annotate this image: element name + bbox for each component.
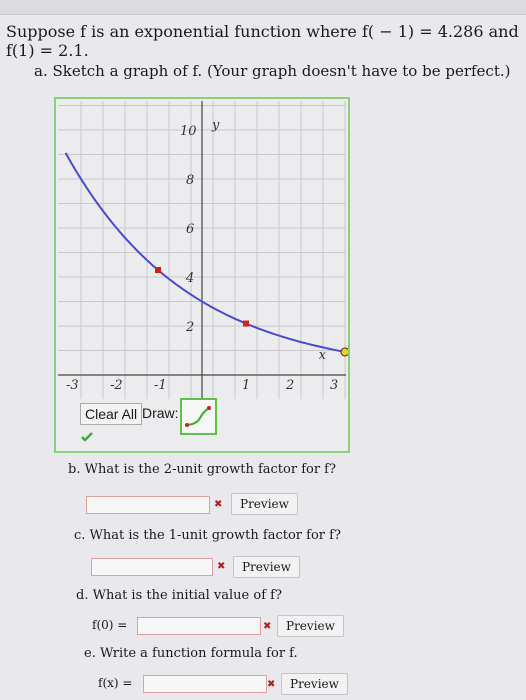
- points: [155, 266, 348, 357]
- part-d-input[interactable]: [137, 617, 261, 635]
- part-b-preview-button[interactable]: Preview: [231, 493, 298, 515]
- part-d-label: f(0) =: [92, 618, 128, 632]
- curve-end-handle: [340, 347, 348, 357]
- draw-tool-button[interactable]: [180, 398, 217, 435]
- draw-label: Draw:: [142, 405, 179, 421]
- part-e-preview-button[interactable]: Preview: [281, 673, 348, 695]
- axes: [58, 101, 346, 399]
- part-d-status-icon: ✖: [263, 621, 272, 632]
- x-tick-label: -3: [66, 378, 79, 393]
- check-icon: [81, 432, 93, 442]
- question-text: Suppose f is an exponential function whe…: [6, 22, 519, 60]
- draw-curve-icon: [185, 406, 211, 427]
- x-tick-label: 3: [330, 378, 338, 393]
- part-e-label: f(x) =: [98, 676, 133, 690]
- y-tick-label: 2: [185, 320, 194, 335]
- top-bar: [0, 0, 526, 15]
- part-e-question: e. Write a function formula for f.: [84, 646, 298, 661]
- y-tick-label: 4: [185, 271, 194, 286]
- part-d-preview-button[interactable]: Preview: [277, 615, 344, 637]
- y-axis-label: y: [211, 118, 220, 133]
- part-e-status-icon: ✖: [267, 679, 276, 690]
- part-c-input[interactable]: [91, 558, 213, 576]
- y-tick-label: 6: [186, 222, 194, 237]
- x-tick-label: 2: [285, 378, 294, 393]
- part-c-question: c. What is the 1-unit growth factor for …: [74, 528, 341, 543]
- x-tick-label: 1: [242, 378, 250, 393]
- part-b-question: b. What is the 2-unit growth factor for …: [68, 462, 336, 477]
- part-e-input[interactable]: [143, 675, 267, 693]
- part-b-input[interactable]: [86, 496, 210, 514]
- part-a-prompt: a. Sketch a graph of f. (Your graph does…: [34, 62, 511, 80]
- curve-point: [155, 266, 161, 273]
- part-c-status-icon: ✖: [217, 561, 226, 572]
- y-tick-label: 10: [180, 124, 197, 139]
- curve-point: [243, 320, 249, 327]
- x-axis-label: x: [319, 348, 327, 363]
- part-b-status-icon: ✖: [214, 499, 223, 510]
- clear-all-button[interactable]: Clear All: [80, 403, 143, 425]
- x-tick-label: -1: [154, 378, 167, 393]
- part-d-question: d. What is the initial value of f?: [76, 588, 282, 603]
- y-tick-label: 8: [186, 173, 194, 188]
- x-tick-label: -2: [110, 378, 123, 393]
- part-c-preview-button[interactable]: Preview: [233, 556, 300, 578]
